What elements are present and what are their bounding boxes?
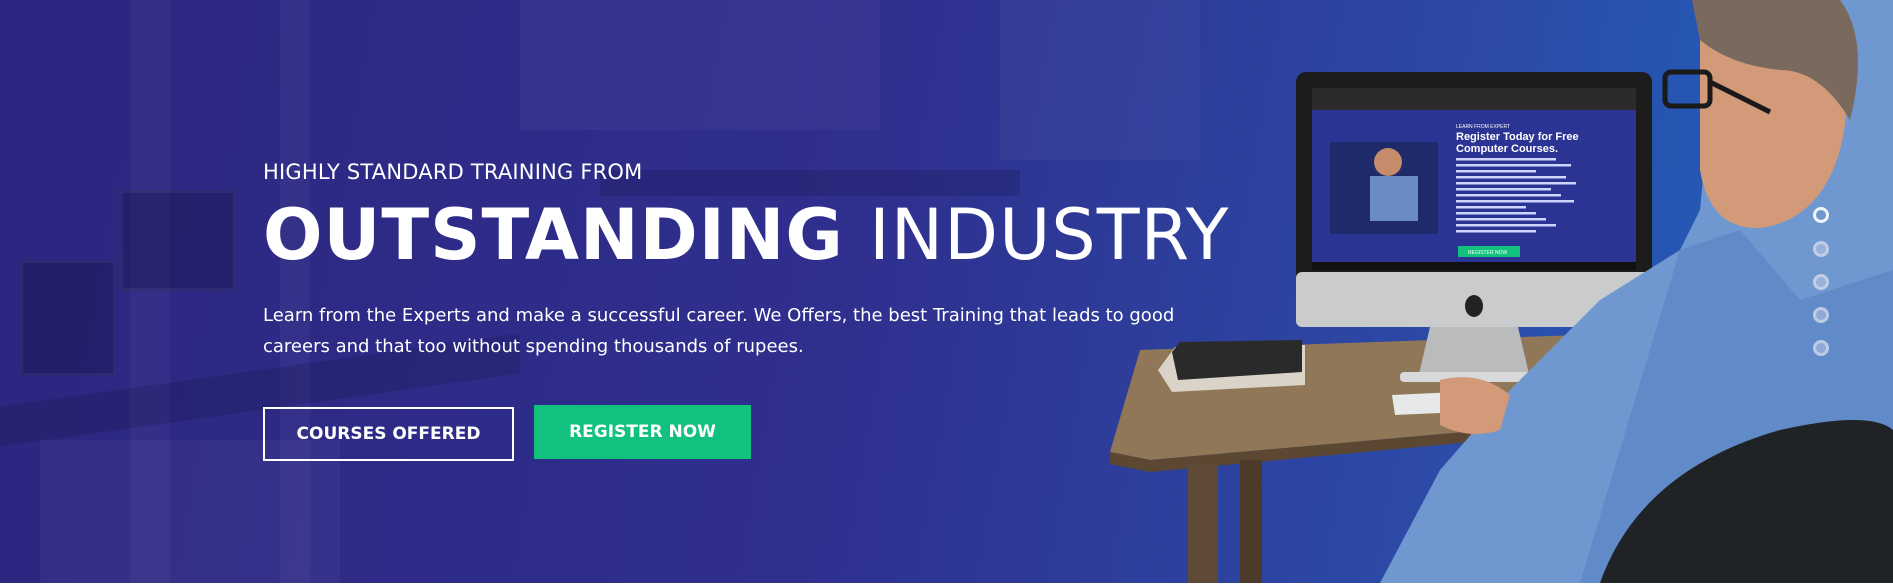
screen-eyebrow: LEARN FROM EXPERT: [1456, 124, 1510, 130]
slider-dot-3[interactable]: [1813, 274, 1829, 290]
screen-title-line2: Computer Courses.: [1456, 143, 1558, 155]
hero-description: Learn from the Experts and make a succes…: [263, 305, 1175, 357]
background-window: [520, 0, 880, 130]
desk-leg: [1240, 460, 1262, 583]
slider-dot-1[interactable]: [1813, 207, 1829, 223]
hero-headline: OUTSTANDING INDUSTRY: [263, 194, 1228, 276]
taskbar: [1312, 262, 1636, 270]
courses-offered-button[interactable]: COURSES OFFERED: [263, 407, 514, 461]
hero-banner: LEARN FROM EXPERT Register Today for Fre…: [0, 0, 1893, 583]
screen-register-label: REGISTER NOW: [1468, 250, 1507, 256]
hero-eyebrow: HIGHLY STANDARD TRAINING FROM: [263, 160, 643, 184]
register-now-button[interactable]: REGISTER NOW: [534, 405, 751, 459]
hero-content: HIGHLY STANDARD TRAINING FROM OUTSTANDIN…: [263, 156, 1228, 362]
apple-logo: [1465, 295, 1483, 317]
monitor-stand: [1418, 327, 1530, 378]
person-at-computer-illustration: LEARN FROM EXPERT Register Today for Fre…: [1110, 0, 1893, 583]
screen-title-line1: Register Today for Free: [1456, 131, 1579, 143]
desk-leg: [1188, 465, 1218, 583]
background-cabinet: [40, 440, 340, 583]
background-monitor: [20, 260, 116, 376]
browser-chrome: [1312, 88, 1636, 110]
slider-dot-4[interactable]: [1813, 307, 1829, 323]
slider-dot-2[interactable]: [1813, 241, 1829, 257]
slider-dot-5[interactable]: [1813, 340, 1829, 356]
headline-bold: OUTSTANDING: [263, 194, 844, 276]
background-monitor: [120, 190, 236, 291]
screen-photo-person: [1374, 148, 1402, 176]
headline-light: INDUSTRY: [869, 194, 1230, 276]
screen-photo-shirt: [1370, 176, 1418, 221]
